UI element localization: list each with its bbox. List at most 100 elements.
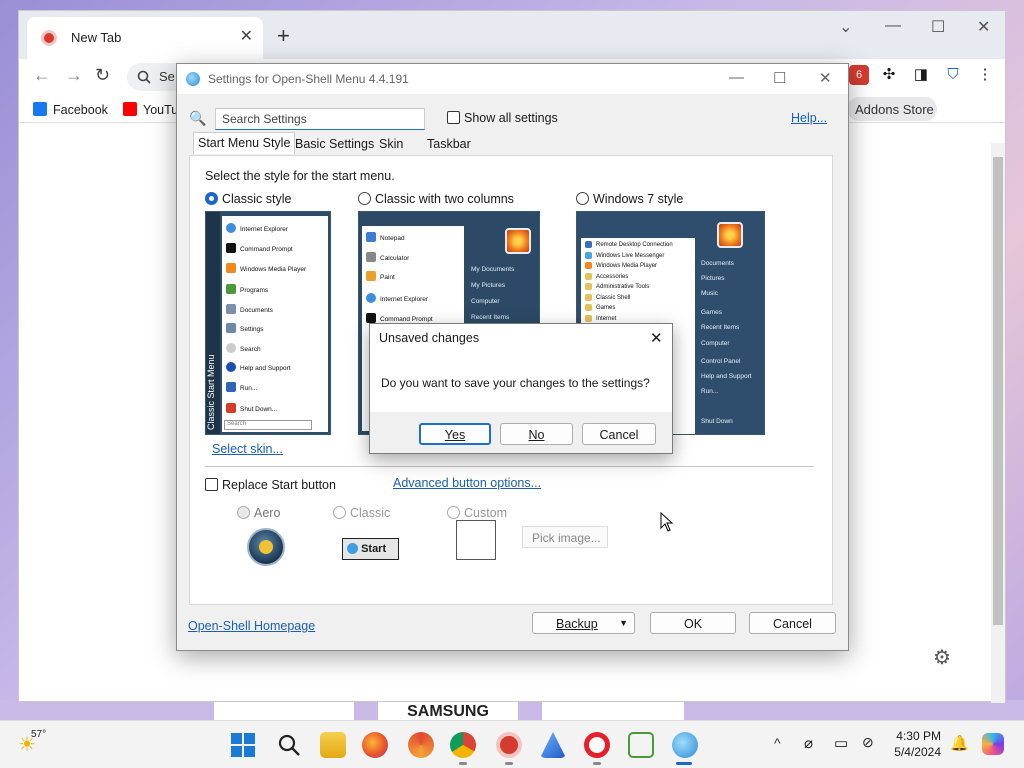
select-style-label: Select the style for the start menu. [205,169,395,183]
minimize-button[interactable]: — [729,69,744,86]
backup-button[interactable]: Backup ▼ [532,612,635,634]
mouse-cursor-icon [660,512,674,532]
classic-item: Help and Support [240,365,291,372]
forward-button[interactable]: → [65,65,83,86]
opera-gx-icon[interactable] [496,732,522,758]
close-button[interactable]: ✕ [977,17,990,37]
classic-item: Command Prompt [240,246,293,253]
open-shell-settings-icon[interactable] [672,732,698,758]
firefox-icon[interactable] [362,732,388,758]
extension-badge-icon[interactable]: 6 [849,65,869,85]
search-icon [137,70,151,84]
classic-item: Run... [240,385,258,392]
notification-bell-icon[interactable]: 🔔 [950,734,969,752]
tab-search-icon[interactable]: ⌄ [839,17,852,37]
separator [205,466,814,467]
classic-item: Programs [240,287,269,294]
no-button[interactable]: No [500,423,573,445]
sound-off-icon[interactable]: ⊘ [862,734,874,751]
menu-icon[interactable]: ⋮ [975,65,995,85]
cancel-button[interactable]: Cancel [749,612,836,634]
weather-temp: 57° [31,729,47,740]
chrome-icon[interactable] [450,732,476,758]
search-settings-input[interactable]: Search Settings [215,108,425,130]
yes-button[interactable]: Yes [419,423,491,445]
modal-cancel-button[interactable]: Cancel [582,423,656,445]
scrollbar-thumb[interactable] [993,157,1003,625]
radio-classic-two-columns[interactable]: Classic with two columns [358,192,514,206]
classic-search-box: Search [224,420,312,430]
classic-item: Settings [240,326,264,333]
tab-skin[interactable]: Skin [375,134,407,156]
classic-item: Internet Explorer [240,226,289,233]
shield-icon[interactable]: ⛉ [943,65,963,85]
settings-titlebar: Settings for Open-Shell Menu 4.4.191 — ☐… [177,64,848,94]
classic-item: Search [240,346,261,353]
side-panel-icon[interactable]: ◨ [911,65,931,85]
tab-new-tab[interactable]: New Tab ✕ [27,17,263,59]
address-text: Se [159,69,175,84]
show-all-settings-checkbox[interactable]: Show all settings [447,111,558,125]
notepad-icon[interactable] [628,732,654,758]
maximize-button[interactable]: ☐ [931,17,945,37]
modal-message: Do you want to save your changes to the … [381,376,650,390]
modal-title: Unsaved changes [379,331,480,345]
clock-time[interactable]: 4:30 PM [893,729,941,743]
classic-item: Documents [240,307,273,314]
reload-button[interactable]: ↻ [95,65,110,86]
classic-item: Shut Down... [240,406,278,413]
new-tab-button[interactable]: + [277,23,290,49]
active-app-indicator [676,762,692,765]
open-shell-homepage-link[interactable]: Open-Shell Homepage [188,619,315,633]
close-button[interactable]: ✕ [819,69,832,87]
start-logo-icon [347,543,358,554]
back-button[interactable]: ← [33,65,51,86]
unsaved-changes-dialog: Unsaved changes ✕ Do you want to save yo… [369,323,673,454]
classic-style-preview[interactable]: Classic Start Menu Internet Explorer Com… [205,211,331,435]
help-link[interactable]: Help... [791,111,827,125]
chevron-up-icon[interactable]: ^ [774,735,781,751]
flower-avatar-icon [717,222,743,248]
bookmark-addons-store[interactable]: Addons Store [847,97,937,121]
file-explorer-icon[interactable] [320,732,346,758]
dropdown-arrow-icon: ▼ [619,618,628,628]
clock-date[interactable]: 5/4/2024 [890,745,941,759]
radio-classic-style[interactable]: Classic style [205,192,291,206]
radio-custom-button: Custom [447,506,507,520]
gear-icon[interactable]: ⚙ [933,645,951,670]
app-icon[interactable] [408,732,434,758]
ok-button[interactable]: OK [650,612,736,634]
replace-start-button-checkbox[interactable]: Replace Start button [205,478,336,492]
windows-start-icon[interactable] [231,733,255,757]
extensions-puzzle-icon[interactable]: ✣ [879,65,899,85]
opera-icon[interactable] [584,732,610,758]
tab-taskbar[interactable]: Taskbar [423,134,475,156]
bookmark-youtube[interactable]: YouTu [123,102,178,117]
custom-button-preview [456,520,496,560]
bookmark-facebook[interactable]: Facebook [33,102,108,117]
close-icon[interactable]: ✕ [650,329,663,347]
minimize-button[interactable]: — [885,17,901,35]
radio-windows7-style[interactable]: Windows 7 style [576,192,683,206]
radio-aero: Aero [237,506,280,520]
tab-start-menu-style[interactable]: Start Menu Style [193,132,296,154]
classic-item: Windows Media Player [240,266,307,273]
classic-menu-list: Internet Explorer Command Prompt Windows… [222,216,328,432]
opera-favicon-icon [41,30,57,46]
tab-close-icon[interactable]: ✕ [240,26,253,46]
select-skin-link[interactable]: Select skin... [212,442,283,456]
copilot-icon[interactable] [982,733,1004,755]
settings-title: Settings for Open-Shell Menu 4.4.191 [208,72,409,86]
tab-title: New Tab [71,30,122,45]
tab-basic-settings[interactable]: Basic Settings [291,134,378,156]
network-off-icon[interactable]: ⌀ [804,734,813,752]
desktop-card [542,702,684,720]
youtube-icon [123,102,137,116]
desktop-card [214,702,354,720]
display-icon[interactable]: ▭ [834,734,848,752]
search-icon[interactable] [277,733,301,757]
open-shell-icon [186,72,200,86]
pick-image-button: Pick image... [522,526,608,548]
advanced-button-options-link[interactable]: Advanced button options... [393,476,541,490]
maximize-button[interactable]: ☐ [773,69,786,87]
